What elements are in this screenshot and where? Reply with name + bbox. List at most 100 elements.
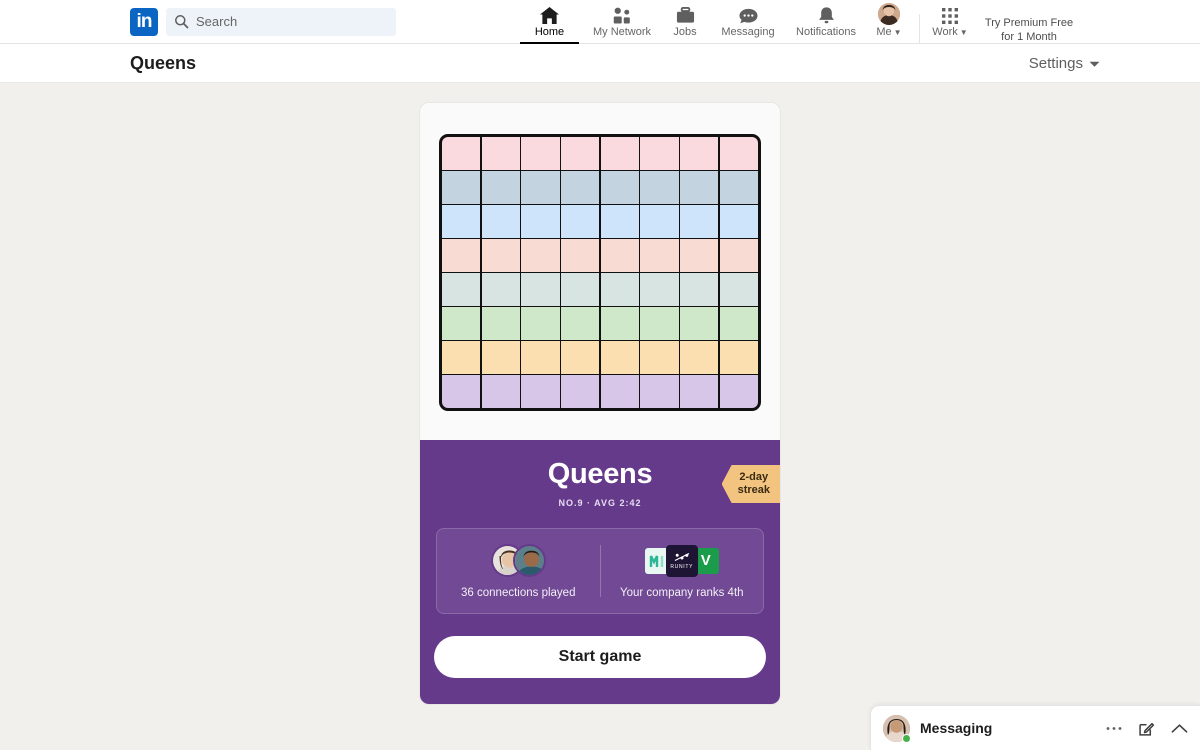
board-cell[interactable]: [640, 375, 679, 408]
board-cell[interactable]: [600, 307, 639, 340]
board-cell[interactable]: [640, 205, 679, 238]
board-cell[interactable]: [521, 137, 560, 170]
board-cell[interactable]: [719, 171, 758, 204]
board-cell[interactable]: [600, 171, 639, 204]
board-cell[interactable]: [600, 239, 639, 272]
board-cell[interactable]: [680, 205, 719, 238]
board-cell[interactable]: [640, 307, 679, 340]
board-cell[interactable]: [442, 341, 481, 374]
premium-promo[interactable]: Try Premium Free for 1 Month: [974, 16, 1084, 44]
board-cell[interactable]: [600, 273, 639, 306]
avatar: [512, 544, 546, 577]
board-cell[interactable]: [481, 171, 520, 204]
linkedin-logo-icon[interactable]: in: [130, 7, 158, 36]
search-input[interactable]: [196, 14, 376, 29]
settings-button[interactable]: Settings: [1029, 55, 1100, 72]
board-cell[interactable]: [442, 137, 481, 170]
nav-item-me-label: Me ▼: [876, 25, 902, 38]
nav-item-messaging-label: Messaging: [721, 25, 775, 38]
board-cell[interactable]: [442, 205, 481, 238]
board-cell[interactable]: [442, 171, 481, 204]
board-cell[interactable]: [680, 341, 719, 374]
board-cell[interactable]: [481, 341, 520, 374]
streak-badge: 2-day streak: [721, 465, 780, 503]
logo-runity-icon: RUNITY: [665, 544, 698, 577]
nav-items: Home My Network Jobs Messaging Notificat…: [516, 0, 1084, 44]
queens-board[interactable]: [439, 134, 761, 411]
company-rank-stat[interactable]: RUNITY V Your company ranks 4th: [601, 544, 764, 599]
premium-promo-line2: for 1 Month: [1001, 30, 1057, 43]
board-cell[interactable]: [521, 341, 560, 374]
nav-item-my-network[interactable]: My Network: [583, 0, 661, 44]
messaging-icon: [738, 5, 759, 25]
premium-promo-line1: Try Premium Free: [984, 16, 1074, 29]
sub-header: Queens Settings: [0, 44, 1200, 83]
nav-item-jobs-label: Jobs: [673, 25, 697, 38]
nav-item-me[interactable]: Me ▼: [865, 0, 913, 44]
board-cell[interactable]: [719, 375, 758, 408]
board-cell[interactable]: [719, 273, 758, 306]
board-cell[interactable]: [442, 307, 481, 340]
board-cell[interactable]: [561, 171, 600, 204]
board-cell[interactable]: [521, 307, 560, 340]
board-cell[interactable]: [640, 171, 679, 204]
connections-stat[interactable]: 36 connections played: [437, 544, 600, 599]
board-cell[interactable]: [521, 239, 560, 272]
board-cell[interactable]: [561, 273, 600, 306]
nav-item-notifications[interactable]: Notifications: [787, 0, 865, 44]
game-info-panel: 2-day streak Queens NO.9 · AVG 2:42 36 c…: [420, 440, 780, 704]
board-cell[interactable]: [442, 239, 481, 272]
board-cell[interactable]: [521, 171, 560, 204]
ellipsis-icon[interactable]: [1106, 726, 1122, 731]
board-cell[interactable]: [481, 307, 520, 340]
board-cell[interactable]: [481, 205, 520, 238]
board-cell[interactable]: [561, 307, 600, 340]
messaging-widget[interactable]: Messaging: [870, 705, 1200, 750]
nav-divider: [919, 13, 920, 44]
board-cell[interactable]: [680, 137, 719, 170]
board-cell[interactable]: [481, 239, 520, 272]
nav-item-messaging[interactable]: Messaging: [709, 0, 787, 44]
nav-item-home[interactable]: Home: [516, 0, 583, 44]
page-title: Queens: [130, 52, 197, 73]
board-cell[interactable]: [600, 205, 639, 238]
board-cell[interactable]: [680, 273, 719, 306]
board-cell[interactable]: [719, 239, 758, 272]
board-cell[interactable]: [521, 375, 560, 408]
board-cell[interactable]: [719, 341, 758, 374]
nav-item-jobs[interactable]: Jobs: [661, 0, 709, 44]
board-cell[interactable]: [600, 341, 639, 374]
board-cell[interactable]: [680, 239, 719, 272]
board-cell[interactable]: [719, 137, 758, 170]
board-cell[interactable]: [481, 375, 520, 408]
board-cell[interactable]: [521, 205, 560, 238]
search-box[interactable]: [166, 7, 396, 36]
board-cell[interactable]: [481, 137, 520, 170]
streak-line1: 2-day: [739, 471, 769, 483]
board-cell[interactable]: [442, 375, 481, 408]
compose-icon[interactable]: [1138, 720, 1155, 737]
board-cell[interactable]: [719, 307, 758, 340]
board-cell[interactable]: [680, 307, 719, 340]
board-cell[interactable]: [640, 341, 679, 374]
settings-label: Settings: [1028, 54, 1083, 72]
board-cell[interactable]: [561, 205, 600, 238]
board-cell[interactable]: [561, 375, 600, 408]
nav-item-work[interactable]: Work ▼: [926, 0, 974, 44]
board-cell[interactable]: [481, 273, 520, 306]
chevron-up-icon[interactable]: [1171, 723, 1188, 734]
board-cell[interactable]: [521, 273, 560, 306]
board-cell[interactable]: [640, 239, 679, 272]
board-cell[interactable]: [680, 171, 719, 204]
board-cell[interactable]: [600, 375, 639, 408]
board-cell[interactable]: [561, 341, 600, 374]
board-cell[interactable]: [719, 205, 758, 238]
board-cell[interactable]: [640, 273, 679, 306]
start-game-button[interactable]: Start game: [434, 636, 766, 678]
board-cell[interactable]: [640, 137, 679, 170]
board-cell[interactable]: [442, 273, 481, 306]
board-cell[interactable]: [600, 137, 639, 170]
board-cell[interactable]: [561, 137, 600, 170]
board-cell[interactable]: [561, 239, 600, 272]
board-cell[interactable]: [680, 375, 719, 408]
